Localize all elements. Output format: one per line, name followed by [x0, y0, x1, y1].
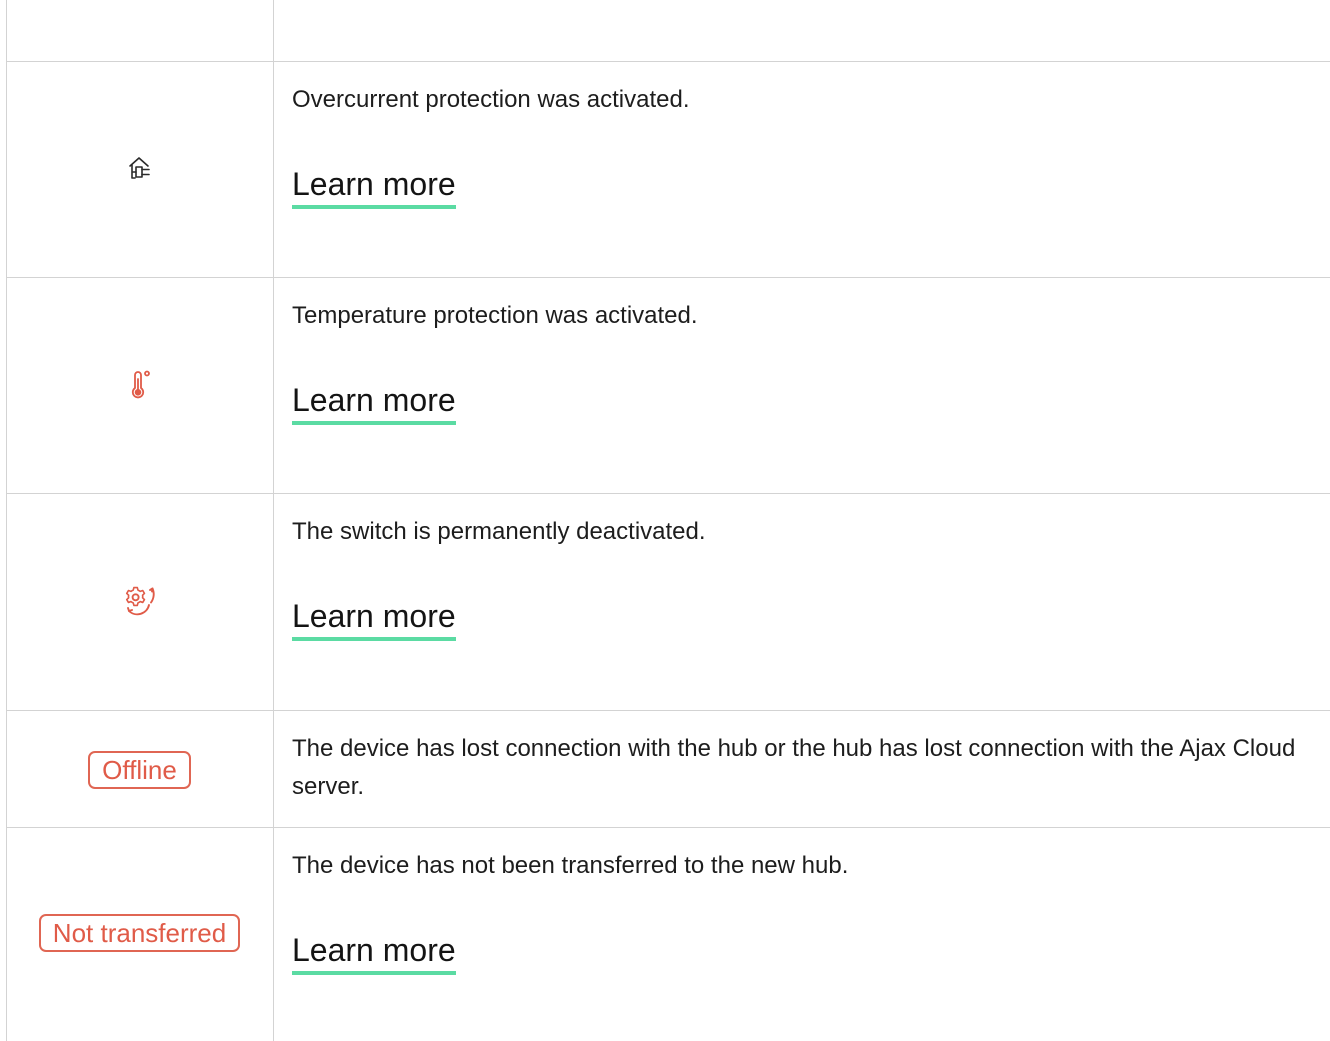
thermometer-icon [127, 370, 153, 400]
learn-more-link[interactable]: Learn more [292, 381, 456, 425]
table-row: Overcurrent protection was activated. Le… [6, 62, 1330, 277]
learn-more-link[interactable]: Learn more [292, 165, 456, 209]
icon-cell [6, 278, 273, 493]
learn-more-link[interactable]: Learn more [292, 931, 456, 975]
learn-more-link[interactable]: Learn more [292, 597, 456, 641]
gear-arrow-icon [124, 585, 156, 617]
row-description: Overcurrent protection was activated. [292, 86, 690, 113]
table-row: Offline The device has lost connection w… [6, 711, 1330, 827]
description-cell: Overcurrent protection was activated. Le… [292, 81, 1302, 209]
badge-cell: Offline [6, 711, 273, 827]
description-cell: The switch is permanently deactivated. L… [292, 513, 1302, 641]
row-description: Temperature protection was activated. [292, 302, 698, 329]
status-table: Overcurrent protection was activated. Le… [0, 0, 1330, 1041]
icon-cell [6, 494, 273, 710]
description-cell: Temperature protection was activated. Le… [292, 297, 1302, 425]
badge-cell: Not transferred [6, 828, 273, 1041]
description-cell: The device has lost connection with the … [292, 730, 1302, 806]
icon-cell [6, 62, 273, 277]
description-cell: The device has not been transferred to t… [292, 847, 1302, 975]
row-description: The device has not been transferred to t… [292, 852, 849, 879]
table-row: Temperature protection was activated. Le… [6, 278, 1330, 493]
row-description: The device has lost connection with the … [292, 735, 1296, 800]
not-transferred-badge: Not transferred [38, 913, 241, 952]
table-row: The switch is permanently deactivated. L… [6, 494, 1330, 710]
table-row: Not transferred The device has not been … [6, 828, 1330, 1041]
row-description: The switch is permanently deactivated. [292, 518, 706, 545]
offline-badge: Offline [88, 751, 191, 789]
plug-house-icon [127, 155, 153, 181]
